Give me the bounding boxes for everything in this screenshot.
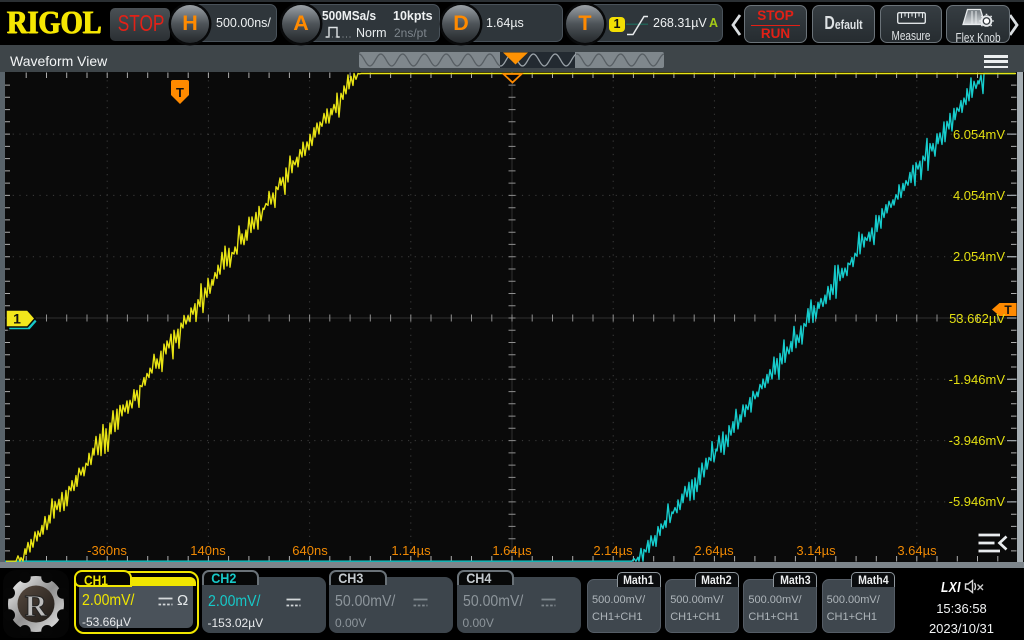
svg-text:4.054mV: 4.054mV	[953, 188, 1005, 203]
svg-text:640ns: 640ns	[292, 543, 328, 558]
svg-text:T: T	[1004, 303, 1012, 317]
svg-text:3.14µs: 3.14µs	[796, 543, 836, 558]
svg-text:-5.946mV: -5.946mV	[949, 494, 1006, 509]
svg-text:T: T	[176, 85, 184, 100]
svg-text:1.64µs: 1.64µs	[492, 543, 532, 558]
svg-text:2.64µs: 2.64µs	[694, 543, 734, 558]
svg-text:2.14µs: 2.14µs	[593, 543, 633, 558]
svg-text:-3.946mV: -3.946mV	[949, 433, 1006, 448]
svg-text:6.054mV: 6.054mV	[953, 127, 1005, 142]
svg-text:1.14µs: 1.14µs	[391, 543, 431, 558]
svg-text:53.662µV: 53.662µV	[949, 311, 1005, 326]
svg-text:3.64µs: 3.64µs	[897, 543, 937, 558]
svg-text:R: R	[25, 588, 48, 623]
svg-text:140ns: 140ns	[190, 543, 226, 558]
svg-text:2.054mV: 2.054mV	[953, 249, 1005, 264]
svg-text:1: 1	[13, 311, 21, 327]
svg-text:-360ns: -360ns	[87, 543, 127, 558]
svg-text:-1.946mV: -1.946mV	[949, 372, 1006, 387]
